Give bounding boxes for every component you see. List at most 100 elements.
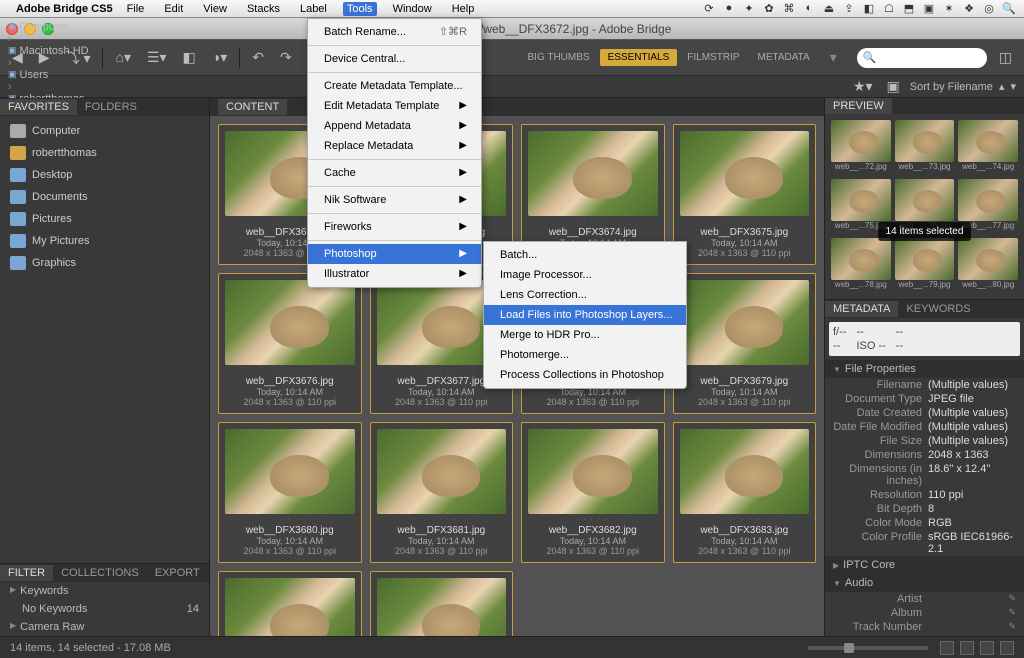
submenu-item-batch-[interactable]: Batch... bbox=[484, 245, 686, 265]
preview-thumb[interactable] bbox=[958, 179, 1018, 221]
submenu-item-image-processor-[interactable]: Image Processor... bbox=[484, 265, 686, 285]
rotate-cw-button[interactable]: ↷ bbox=[276, 47, 296, 68]
favorite-computer[interactable]: Computer bbox=[0, 120, 209, 142]
view-list-button[interactable] bbox=[1000, 641, 1014, 655]
thumbnail-cell[interactable]: · · · · ·web__DFX3675.jpgToday, 10:14 AM… bbox=[673, 124, 817, 265]
preview-thumb[interactable] bbox=[831, 120, 891, 162]
menu-item-edit-metadata-template[interactable]: Edit Metadata Template▶ bbox=[308, 96, 481, 116]
menu-item-illustrator[interactable]: Illustrator▶ bbox=[308, 264, 481, 284]
folder-icon bbox=[10, 256, 26, 270]
sort-menu-button[interactable]: ▾ bbox=[1010, 80, 1016, 93]
meta-tab-keywords[interactable]: KEYWORDS bbox=[898, 301, 978, 317]
view-grid-button[interactable] bbox=[940, 641, 954, 655]
menu-item-fireworks[interactable]: Fireworks▶ bbox=[308, 217, 481, 237]
menu-item-batch-rename-[interactable]: Batch Rename...⇧⌘R bbox=[308, 22, 481, 42]
thumbnail-cell[interactable]: · · · · ·web__DFX3679.jpgToday, 10:14 AM… bbox=[673, 273, 817, 414]
new-folder-button[interactable]: ▣ bbox=[883, 76, 904, 97]
iptc-header[interactable]: IPTC Core bbox=[843, 559, 895, 571]
refine-button[interactable]: ☰▾ bbox=[143, 47, 171, 68]
breadcrumb-computer[interactable]: ▣ Computer bbox=[8, 21, 89, 33]
menu-item-cache[interactable]: Cache▶ bbox=[308, 163, 481, 183]
favorite-desktop[interactable]: Desktop bbox=[0, 164, 209, 186]
submenu-item-lens-correction-[interactable]: Lens Correction... bbox=[484, 285, 686, 305]
menu-item-replace-metadata[interactable]: Replace Metadata▶ bbox=[308, 136, 481, 156]
camera-download-button[interactable]: ⌂▾ bbox=[111, 47, 134, 68]
favorite-documents[interactable]: Documents bbox=[0, 186, 209, 208]
menu-view[interactable]: View bbox=[199, 2, 231, 16]
menubar-status-icons: ⟳●✦✿⌘◐⏏⇪◧☖⬒▣✶❖◎🔍 bbox=[702, 2, 1016, 15]
menu-tools[interactable]: Tools bbox=[343, 2, 377, 16]
breadcrumb-macintosh hd[interactable]: ▣ Macintosh HD bbox=[8, 45, 89, 57]
menu-file[interactable]: File bbox=[123, 2, 149, 16]
sort-direction-button[interactable]: ▴ bbox=[999, 80, 1005, 93]
left-tab-folders[interactable]: FOLDERS bbox=[77, 99, 145, 115]
open-camera-raw-button[interactable]: ◧ bbox=[179, 47, 200, 68]
preview-thumb[interactable] bbox=[958, 120, 1018, 162]
filter-tab-filter[interactable]: FILTER bbox=[0, 565, 53, 581]
workspace-tab-big-thumbs[interactable]: BIG THUMBS bbox=[520, 49, 598, 66]
submenu-item-load-files-into-photoshop-layers-[interactable]: Load Files into Photoshop Layers... bbox=[484, 305, 686, 325]
menu-item-nik-software[interactable]: Nik Software▶ bbox=[308, 190, 481, 210]
meta-tab-metadata[interactable]: METADATA bbox=[825, 301, 898, 317]
preview-thumb[interactable] bbox=[895, 120, 955, 162]
thumbnail-cell[interactable]: · · · · ·web__DFX3683.jpgToday, 10:14 AM… bbox=[673, 422, 817, 563]
submenu-item-photomerge-[interactable]: Photomerge... bbox=[484, 345, 686, 365]
thumbnail-cell[interactable]: · · · · ·web__DFX3680.jpgToday, 10:14 AM… bbox=[218, 422, 362, 563]
thumbnail-cell[interactable]: · · · · ·web__DFX3684.jpgToday, 10:14 AM… bbox=[218, 571, 362, 636]
rotate-ccw-button[interactable]: ↶ bbox=[248, 47, 268, 68]
menu-item-append-metadata[interactable]: Append Metadata▶ bbox=[308, 116, 481, 136]
compact-mode-button[interactable]: ◫ bbox=[995, 47, 1016, 68]
preview-thumb[interactable] bbox=[958, 238, 1018, 280]
view-grid-lock-button[interactable] bbox=[960, 641, 974, 655]
app-name[interactable]: Adobe Bridge CS5 bbox=[16, 3, 113, 15]
file-props-header[interactable]: File Properties bbox=[845, 363, 916, 375]
preview-thumb[interactable] bbox=[895, 179, 955, 221]
menu-help[interactable]: Help bbox=[448, 2, 479, 16]
output-button[interactable]: ◑▾ bbox=[208, 47, 231, 68]
preview-thumb[interactable] bbox=[895, 238, 955, 280]
menu-stacks[interactable]: Stacks bbox=[243, 2, 284, 16]
favorite-my-pictures[interactable]: My Pictures bbox=[0, 230, 209, 252]
window-titlebar: Desktop/web/web__DFX3672.jpg - Adobe Bri… bbox=[0, 18, 1024, 40]
submenu-item-merge-to-hdr-pro-[interactable]: Merge to HDR Pro... bbox=[484, 325, 686, 345]
menu-label[interactable]: Label bbox=[296, 2, 331, 16]
thumbnail-cell[interactable]: · · · · ·web__DFX3685.jpgToday, 10:14 AM… bbox=[370, 571, 514, 636]
favorite-pictures[interactable]: Pictures bbox=[0, 208, 209, 230]
view-details-button[interactable] bbox=[980, 641, 994, 655]
status-bar: 14 items, 14 selected - 17.08 MB bbox=[0, 636, 1024, 658]
status-text: 14 items, 14 selected - 17.08 MB bbox=[10, 642, 171, 654]
thumbnail-size-slider[interactable] bbox=[808, 646, 928, 650]
preview-thumb[interactable] bbox=[831, 238, 891, 280]
search-input[interactable]: 🔍 bbox=[857, 48, 987, 68]
filter-rating-button[interactable]: ★▾ bbox=[849, 76, 877, 97]
filter-row[interactable]: ▶Keywords bbox=[0, 582, 209, 600]
menu-item-device-central-[interactable]: Device Central... bbox=[308, 49, 481, 69]
thumbnail-cell[interactable]: · · · · ·web__DFX3676.jpgToday, 10:14 AM… bbox=[218, 273, 362, 414]
workspace-tab-filmstrip[interactable]: FILMSTRIP bbox=[679, 49, 747, 66]
thumbnail-cell[interactable]: · · · · ·web__DFX3682.jpgToday, 10:14 AM… bbox=[521, 422, 665, 563]
meta-row: Date Created(Multiple values) bbox=[825, 406, 1024, 420]
preview-thumb[interactable] bbox=[831, 179, 891, 221]
audio-header[interactable]: Audio bbox=[845, 577, 873, 589]
menu-edit[interactable]: Edit bbox=[160, 2, 187, 16]
submenu-item-process-collections-in-photoshop[interactable]: Process Collections in Photoshop bbox=[484, 365, 686, 385]
thumbnail-cell[interactable]: · · · · ·web__DFX3681.jpgToday, 10:14 AM… bbox=[370, 422, 514, 563]
sort-label[interactable]: Sort by Filename bbox=[910, 81, 993, 93]
favorite-robertthomas[interactable]: robertthomas bbox=[0, 142, 209, 164]
breadcrumb-users[interactable]: ▣ Users bbox=[8, 69, 89, 81]
filter-row[interactable]: No Keywords14 bbox=[0, 600, 209, 618]
filter-tab-export[interactable]: EXPORT bbox=[147, 565, 208, 581]
left-tab-favorites[interactable]: FAVORITES bbox=[0, 99, 77, 115]
menu-item-photoshop[interactable]: Photoshop▶ bbox=[308, 244, 481, 264]
filter-tab-collections[interactable]: COLLECTIONS bbox=[53, 565, 147, 581]
workspace-menu-button[interactable]: ▾ bbox=[826, 47, 841, 68]
content-tab[interactable]: CONTENT bbox=[218, 99, 287, 115]
menu-window[interactable]: Window bbox=[389, 2, 436, 16]
workspace-tab-metadata[interactable]: METADATA bbox=[750, 49, 818, 66]
favorite-graphics[interactable]: Graphics bbox=[0, 252, 209, 274]
workspace-tab-essentials[interactable]: ESSENTIALS bbox=[600, 49, 678, 66]
filter-row[interactable]: ▶Camera Raw bbox=[0, 618, 209, 636]
menu-item-create-metadata-template-[interactable]: Create Metadata Template... bbox=[308, 76, 481, 96]
thumbnail-image bbox=[225, 429, 355, 514]
preview-tab[interactable]: PREVIEW bbox=[825, 98, 892, 114]
